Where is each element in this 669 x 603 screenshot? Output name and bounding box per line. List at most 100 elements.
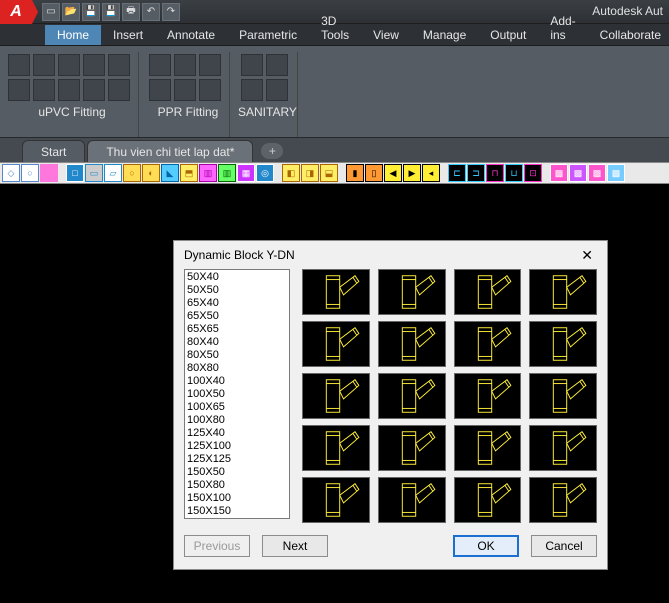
tool-icon[interactable]: ⬒ (180, 164, 198, 182)
list-item[interactable]: 150X100 (187, 492, 287, 505)
previous-button[interactable]: Previous (184, 535, 250, 557)
new-button[interactable]: ▭ (42, 3, 60, 21)
ribbon-tool[interactable] (33, 54, 55, 76)
block-thumbnail[interactable] (529, 425, 597, 471)
block-thumbnail[interactable] (378, 321, 446, 367)
block-thumbnail[interactable] (378, 425, 446, 471)
tool-icon[interactable]: ▥ (199, 164, 217, 182)
block-thumbnail[interactable] (302, 373, 370, 419)
tool-icon[interactable]: ▥ (218, 164, 236, 182)
list-item[interactable]: 100X40 (187, 375, 287, 388)
list-item[interactable]: 125X40 (187, 427, 287, 440)
list-item[interactable]: 65X40 (187, 297, 287, 310)
ribbon-tab-parametric[interactable]: Parametric (227, 25, 309, 45)
ribbon-tool[interactable] (149, 54, 171, 76)
list-item[interactable]: 125X100 (187, 440, 287, 453)
ribbon-tool[interactable] (108, 79, 130, 101)
tool-icon[interactable]: ⊔ (505, 164, 523, 182)
tool-icon[interactable]: ◧ (282, 164, 300, 182)
tool-icon[interactable]: ▩ (588, 164, 606, 182)
cancel-button[interactable]: Cancel (531, 535, 597, 557)
list-item[interactable]: 80X80 (187, 362, 287, 375)
ribbon-tool[interactable] (8, 54, 30, 76)
tool-icon[interactable]: ◂ (422, 164, 440, 182)
tool-icon[interactable]: ▱ (104, 164, 122, 182)
list-item[interactable]: 100X80 (187, 414, 287, 427)
block-thumbnail[interactable] (302, 477, 370, 523)
tool-icon[interactable]: ◨ (301, 164, 319, 182)
next-button[interactable]: Next (262, 535, 328, 557)
list-item[interactable]: 50X50 (187, 284, 287, 297)
list-item[interactable]: 80X40 (187, 336, 287, 349)
tool-icon[interactable]: ▦ (237, 164, 255, 182)
document-tab[interactable]: Start (22, 140, 85, 162)
tool-icon[interactable]: ◣ (161, 164, 179, 182)
size-listbox[interactable]: 50X4050X5065X4065X5065X6580X4080X5080X80… (184, 269, 290, 519)
ribbon-tool[interactable] (83, 79, 105, 101)
block-thumbnail[interactable] (529, 477, 597, 523)
tool-icon[interactable]: ◇ (2, 164, 20, 182)
block-thumbnail[interactable] (302, 269, 370, 315)
block-thumbnail[interactable] (529, 373, 597, 419)
block-thumbnail[interactable] (454, 269, 522, 315)
list-item[interactable]: 125X125 (187, 453, 287, 466)
list-item[interactable]: 50X40 (187, 271, 287, 284)
ok-button[interactable]: OK (453, 535, 519, 557)
ribbon-tool[interactable] (266, 54, 288, 76)
ribbon-tool[interactable] (174, 54, 196, 76)
ribbon-tool[interactable] (199, 79, 221, 101)
tool-icon[interactable]: ◐ (142, 164, 160, 182)
list-item[interactable]: 150X50 (187, 466, 287, 479)
list-item[interactable]: 100X65 (187, 401, 287, 414)
ribbon-tool[interactable] (174, 79, 196, 101)
ribbon-tool[interactable] (108, 54, 130, 76)
block-thumbnail[interactable] (302, 321, 370, 367)
list-item[interactable]: 65X65 (187, 323, 287, 336)
tool-icon[interactable]: logo (40, 164, 58, 182)
ribbon-tab-add-ins[interactable]: Add-ins (538, 11, 587, 45)
redo-button[interactable]: ↷ (162, 3, 180, 21)
block-thumbnail[interactable] (529, 269, 597, 315)
tool-icon[interactable]: ○ (21, 164, 39, 182)
ribbon-tab-insert[interactable]: Insert (101, 25, 155, 45)
list-item[interactable]: 150X150 (187, 505, 287, 518)
ribbon-tool[interactable] (241, 54, 263, 76)
block-thumbnail[interactable] (454, 373, 522, 419)
add-tab-button[interactable]: + (261, 143, 283, 159)
tool-icon[interactable]: ▶ (403, 164, 421, 182)
ribbon-tool[interactable] (149, 79, 171, 101)
ribbon-tool[interactable] (33, 79, 55, 101)
save-button[interactable]: 💾 (82, 3, 100, 21)
tool-icon[interactable]: ◎ (256, 164, 274, 182)
tool-icon[interactable]: ⊓ (486, 164, 504, 182)
ribbon-tab-home[interactable]: Home (45, 25, 101, 45)
tool-icon[interactable]: ⬓ (320, 164, 338, 182)
ribbon-tab-view[interactable]: View (361, 25, 411, 45)
ribbon-tab-3d-tools[interactable]: 3D Tools (309, 11, 361, 45)
ribbon-tab-output[interactable]: Output (478, 25, 538, 45)
open-button[interactable]: 📂 (62, 3, 80, 21)
tool-icon[interactable]: ○ (123, 164, 141, 182)
tool-icon[interactable]: ▮ (346, 164, 364, 182)
ribbon-tool[interactable] (58, 79, 80, 101)
block-thumbnail[interactable] (454, 477, 522, 523)
ribbon-tool[interactable] (83, 54, 105, 76)
tool-icon[interactable]: ◀ (384, 164, 402, 182)
plot-button[interactable]: 🖶 (122, 3, 140, 21)
tool-icon[interactable]: □ (66, 164, 84, 182)
ribbon-tab-manage[interactable]: Manage (411, 25, 478, 45)
list-item[interactable]: 65X50 (187, 310, 287, 323)
tool-icon[interactable]: ⊏ (448, 164, 466, 182)
list-item[interactable]: 80X50 (187, 349, 287, 362)
ribbon-tab-collaborate[interactable]: Collaborate (588, 25, 669, 45)
tool-icon[interactable]: ▩ (569, 164, 587, 182)
ribbon-tab-annotate[interactable]: Annotate (155, 25, 227, 45)
undo-button[interactable]: ↶ (142, 3, 160, 21)
tool-icon[interactable]: ⊡ (524, 164, 542, 182)
block-thumbnail[interactable] (378, 269, 446, 315)
block-thumbnail[interactable] (378, 373, 446, 419)
block-thumbnail[interactable] (378, 477, 446, 523)
block-thumbnail[interactable] (302, 425, 370, 471)
close-icon[interactable]: ✕ (577, 247, 597, 264)
ribbon-tool[interactable] (266, 79, 288, 101)
